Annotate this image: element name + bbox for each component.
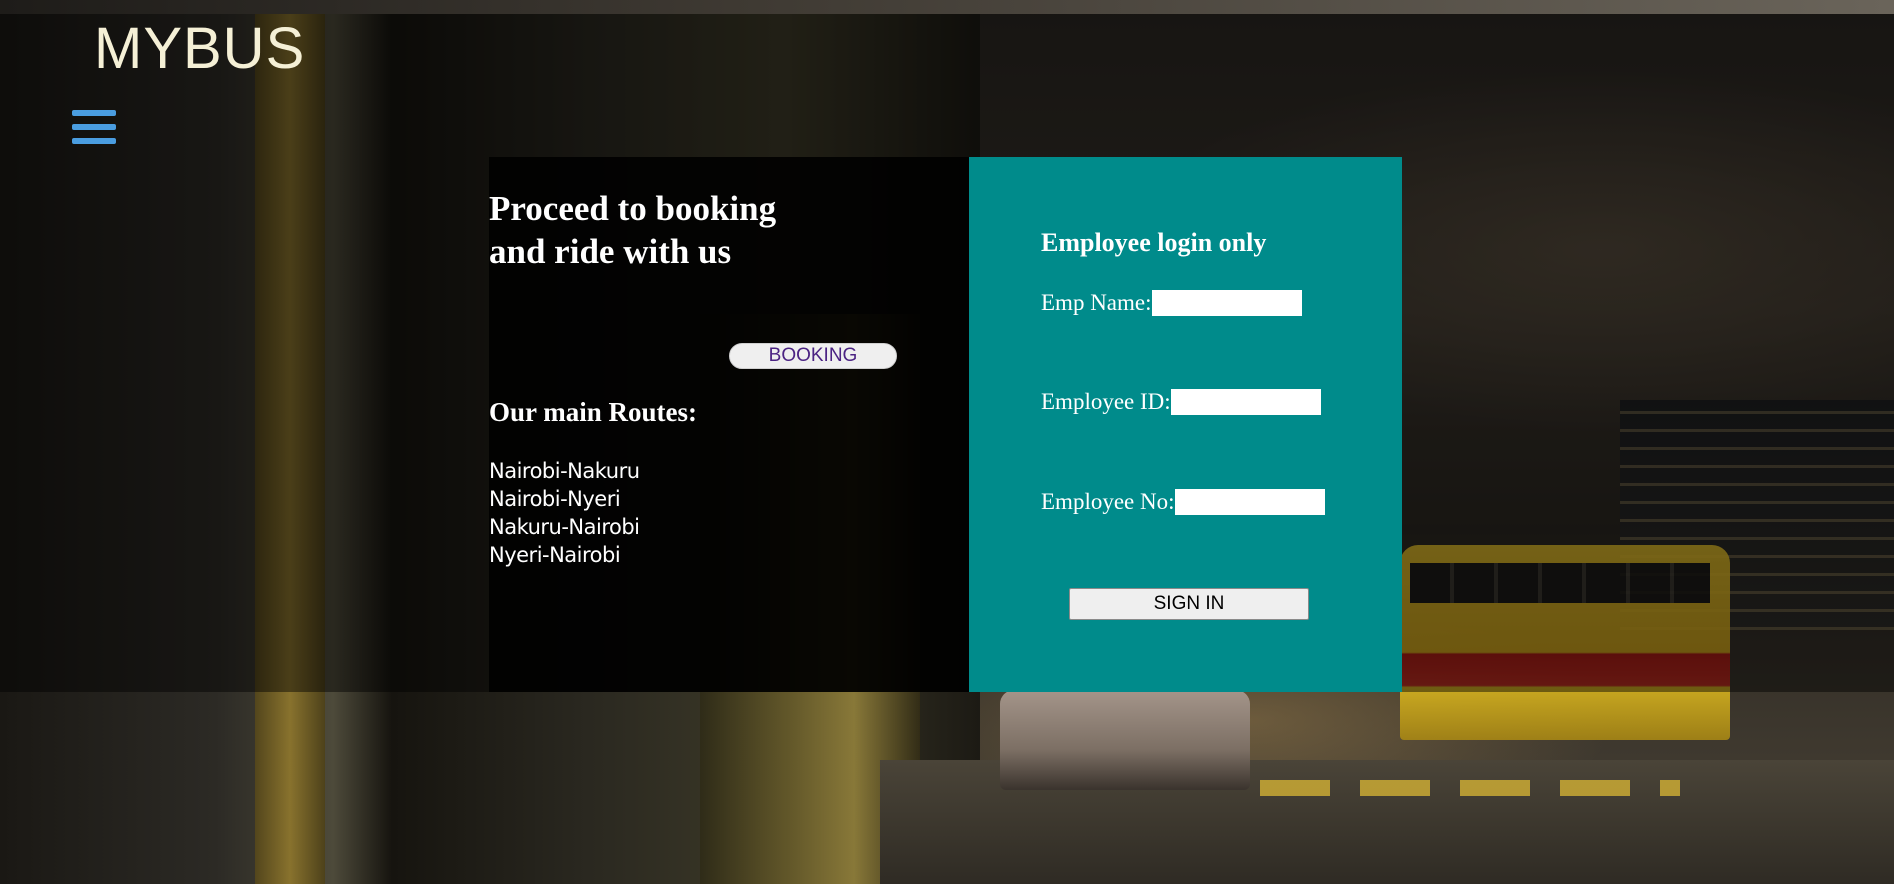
route-item: Nairobi-Nyeri: [489, 487, 621, 511]
employee-login-panel: Employee login only Emp Name: Employee I…: [969, 157, 1402, 692]
employee-no-input[interactable]: [1174, 489, 1325, 515]
routes-list: Nairobi-Nakuru Nairobi-Nyeri Nakuru-Nair…: [489, 457, 640, 569]
route-item: Nairobi-Nakuru: [489, 459, 640, 483]
employee-no-row: Employee No:: [1041, 489, 1325, 515]
background-bus-front: [1000, 690, 1250, 790]
route-item: Nakuru-Nairobi: [489, 515, 640, 539]
hamburger-menu-icon[interactable]: [72, 108, 116, 148]
emp-name-label: Emp Name:: [1041, 290, 1152, 315]
emp-name-input[interactable]: [1151, 290, 1302, 316]
menu-icon-bar: [72, 138, 116, 144]
employee-id-input[interactable]: [1170, 389, 1321, 415]
login-heading: Employee login only: [1041, 228, 1267, 257]
booking-button[interactable]: BOOKING: [729, 343, 897, 369]
background-top-strip: [0, 0, 1894, 14]
booking-heading: Proceed to booking and ride with us: [489, 187, 819, 273]
sign-in-button[interactable]: SIGN IN: [1069, 588, 1309, 620]
route-item: Nyeri-Nairobi: [489, 543, 621, 567]
employee-id-label: Employee ID:: [1041, 389, 1171, 414]
booking-heading-line-2: and ride with us: [489, 232, 732, 271]
brand-logo-text: MYBUS: [94, 16, 306, 81]
menu-icon-bar: [72, 124, 116, 130]
employee-no-label: Employee No:: [1041, 489, 1175, 514]
menu-icon-bar: [72, 110, 116, 116]
background-road-markings: [1260, 780, 1680, 796]
booking-panel: Proceed to booking and ride with us BOOK…: [489, 157, 969, 692]
emp-name-row: Emp Name:: [1041, 290, 1302, 316]
booking-heading-line-1: Proceed to booking: [489, 189, 777, 228]
employee-id-row: Employee ID:: [1041, 389, 1321, 415]
routes-heading: Our main Routes:: [489, 397, 698, 427]
